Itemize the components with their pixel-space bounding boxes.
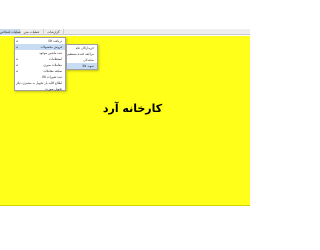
factory-title: کارخانه آرد [102, 102, 163, 115]
menu-item-label: استعلامات [49, 57, 62, 61]
menu-item-label: ثبت ماشین موجود [39, 51, 62, 55]
menubar: عملیات اشخاص عملیات متن گزارشات [0, 29, 250, 35]
menubar-tab-people[interactable]: عملیات اشخاص [0, 29, 21, 35]
menubar-tab-reports[interactable]: گزارشات [44, 29, 64, 35]
menu-item-label: سابقه معاملات [43, 69, 62, 73]
menu-item-label: تحویل صورت [45, 87, 62, 91]
dropdown-menu: ◂ دریافت کالا ◂ فروش محصولات ثبت ماشین م… [14, 37, 66, 91]
submenu: خریدارگان عام مراجعه کننده مستقیم نمایند… [66, 44, 98, 70]
menubar-tab-text[interactable]: عملیات متن [20, 29, 44, 35]
app-window: عملیات اشخاص عملیات متن گزارشات کارخانه … [0, 0, 250, 250]
menu-item-label: معاملات سپری [43, 63, 62, 67]
menu-item-label: اطلاع کالبد بار تحویل به مشتری دیگر [15, 81, 62, 85]
menu-item-label: ثبت تغییرات کالا [41, 75, 62, 79]
menu-item-label: فروش محصولات [40, 45, 62, 49]
submenu-item-sample-goods[interactable]: نمونه کالا [67, 63, 97, 69]
menu-item-delivery[interactable]: تحویل صورت [15, 86, 65, 92]
menu-item-label: دریافت کالا [48, 39, 62, 43]
